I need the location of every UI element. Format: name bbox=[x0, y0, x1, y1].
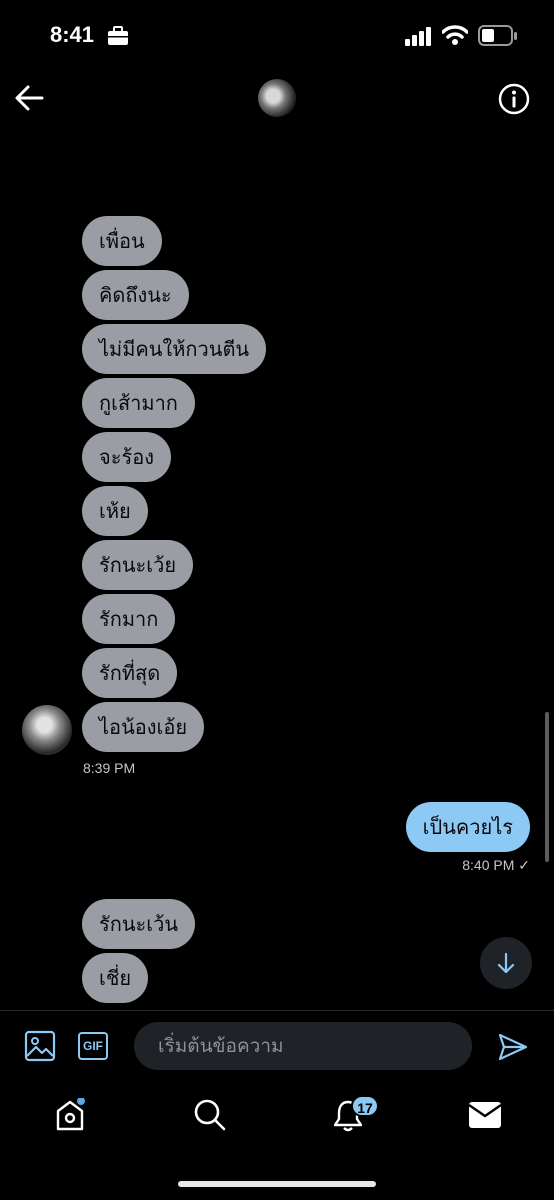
signal-icon bbox=[405, 27, 431, 46]
mail-icon[interactable] bbox=[469, 1102, 501, 1128]
incoming-message[interactable]: รักนะเว้ย bbox=[82, 540, 194, 590]
home-indicator[interactable] bbox=[178, 1181, 376, 1187]
send-icon[interactable] bbox=[497, 1032, 529, 1062]
incoming-message[interactable]: รักนะเว้น bbox=[82, 899, 196, 949]
incoming-message[interactable]: ไอน้องเอ้ย bbox=[82, 702, 205, 752]
image-icon[interactable] bbox=[24, 1030, 56, 1062]
scrollbar[interactable] bbox=[545, 712, 549, 862]
incoming-message[interactable]: จะร้อง bbox=[82, 432, 171, 482]
back-arrow-icon[interactable] bbox=[14, 84, 44, 112]
incoming-message[interactable]: ไม่มีคนให้กวนตีน bbox=[82, 324, 267, 374]
outgoing-timestamp: 8:40 PM ✓ bbox=[462, 857, 530, 873]
notifications-badge: 17 bbox=[351, 1095, 379, 1117]
arrow-down-icon bbox=[497, 952, 515, 974]
info-icon[interactable] bbox=[498, 83, 530, 115]
incoming-message[interactable]: รักมาก bbox=[82, 594, 176, 644]
scroll-to-bottom-button[interactable] bbox=[480, 937, 532, 989]
incoming-message[interactable]: รักที่สุด bbox=[82, 648, 178, 698]
wifi-icon bbox=[442, 25, 468, 45]
battery-icon bbox=[478, 25, 517, 46]
incoming-message[interactable]: คิดถึงนะ bbox=[82, 270, 189, 320]
message-input[interactable]: เริ่มต้นข้อความ bbox=[134, 1022, 472, 1070]
sender-avatar[interactable] bbox=[22, 705, 72, 755]
briefcase-icon bbox=[108, 26, 128, 45]
search-icon[interactable] bbox=[193, 1098, 227, 1132]
outgoing-message[interactable]: เป็นควยไร bbox=[405, 802, 530, 852]
incoming-message[interactable]: เห้ย bbox=[82, 486, 148, 536]
status-time: 8:41 bbox=[50, 22, 95, 47]
incoming-message[interactable]: เพื่อน bbox=[82, 216, 162, 266]
incoming-message[interactable]: เชี่ย bbox=[82, 953, 149, 1003]
incoming-message[interactable]: กูเส้ามาก bbox=[82, 378, 195, 428]
gif-icon[interactable]: GIF bbox=[78, 1032, 108, 1060]
home-icon[interactable] bbox=[54, 1098, 88, 1132]
contact-avatar[interactable] bbox=[258, 79, 296, 117]
incoming-timestamp: 8:39 PM bbox=[83, 760, 136, 776]
